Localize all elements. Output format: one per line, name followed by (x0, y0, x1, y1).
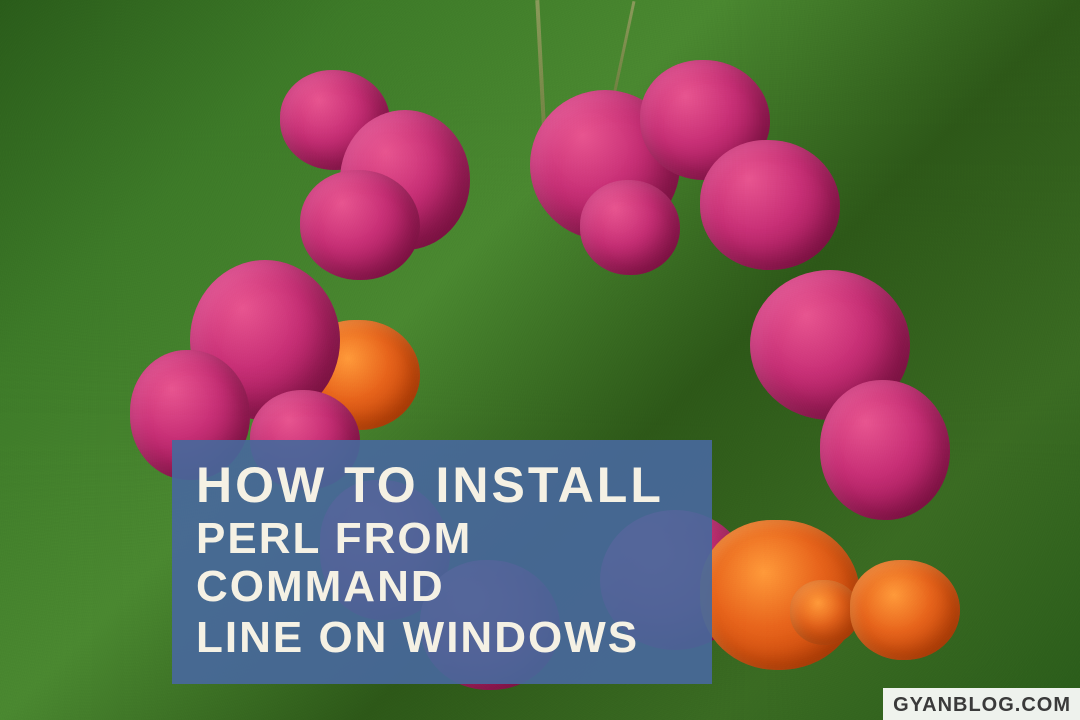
featured-image: HOW TO INSTALL PERL FROM COMMAND LINE ON… (0, 0, 1080, 720)
title-line-1: HOW TO INSTALL (196, 458, 688, 513)
site-watermark: GYANBLOG.COM (883, 688, 1080, 720)
title-line-3: LINE ON WINDOWS (196, 614, 688, 662)
title-overlay-box: HOW TO INSTALL PERL FROM COMMAND LINE ON… (172, 440, 712, 684)
title-line-2: PERL FROM COMMAND (196, 515, 688, 612)
